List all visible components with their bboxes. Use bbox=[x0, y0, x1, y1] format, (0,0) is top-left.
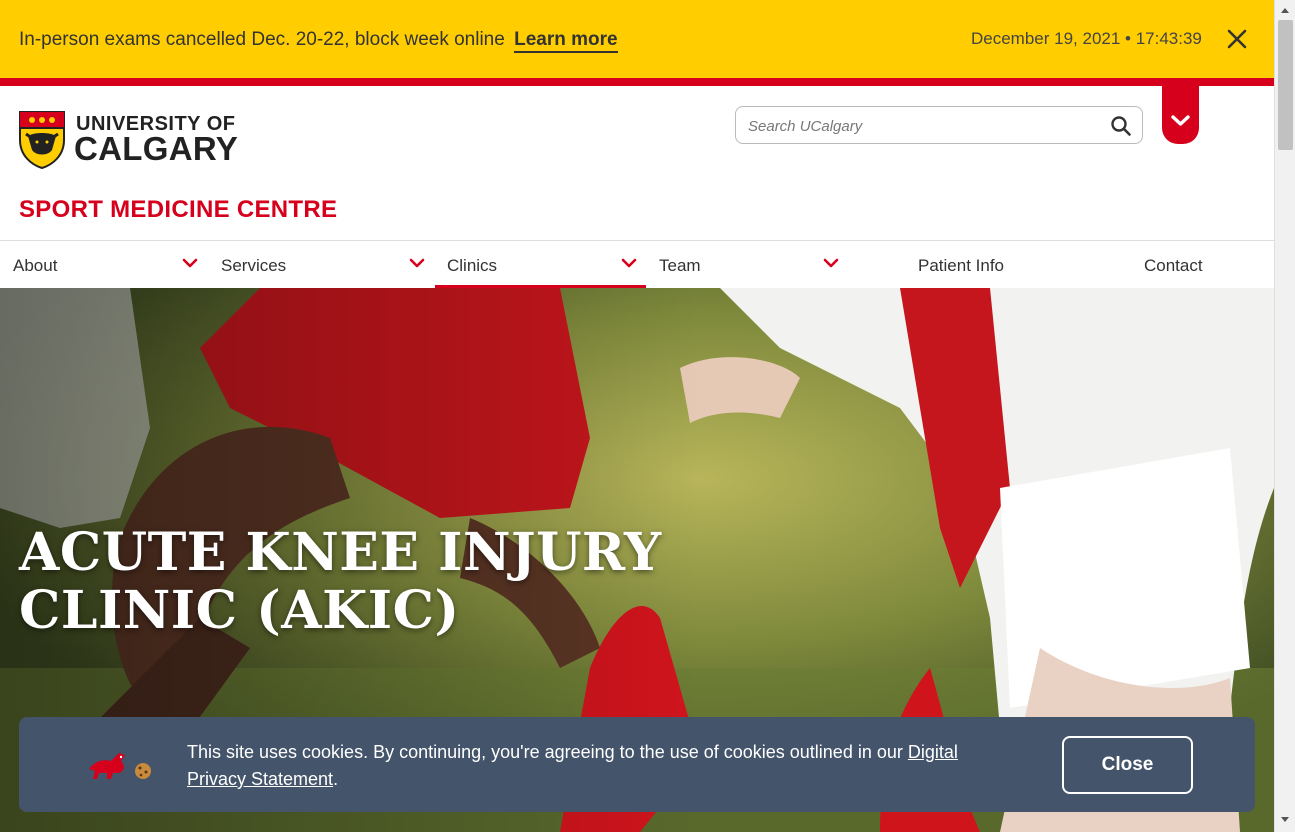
alert-banner: In-person exams cancelled Dec. 20-22, bl… bbox=[0, 0, 1274, 78]
nav-label: Services bbox=[221, 256, 287, 275]
scroll-up-arrow-icon[interactable] bbox=[1280, 6, 1290, 14]
hero-title-line: CLINIC (AKIC) bbox=[19, 580, 460, 641]
shield-crest-icon bbox=[19, 111, 65, 170]
unit-title[interactable]: SPORT MEDICINE CENTRE bbox=[19, 196, 337, 224]
cookie-message-end: . bbox=[333, 769, 339, 789]
chevron-down-icon[interactable] bbox=[621, 257, 637, 269]
university-logo[interactable]: UNIVERSITY OF CALGARY bbox=[18, 110, 248, 174]
chevron-down-icon bbox=[1171, 115, 1190, 126]
nav-label: Clinics bbox=[447, 256, 498, 275]
search-box bbox=[735, 106, 1143, 144]
red-divider bbox=[0, 78, 1274, 86]
chevron-down-icon[interactable] bbox=[409, 257, 425, 269]
hero-title-line: ACUTE KNEE INJURY bbox=[19, 522, 662, 583]
nav-item-services[interactable]: Services bbox=[209, 241, 435, 289]
nav-item-contact[interactable]: Contact bbox=[1132, 241, 1262, 289]
nav-label: Contact bbox=[1144, 256, 1203, 275]
cookie-close-button[interactable]: Close bbox=[1062, 736, 1193, 794]
page: In-person exams cancelled Dec. 20-22, bl… bbox=[0, 0, 1295, 832]
nav-item-patient-info[interactable]: Patient Info bbox=[905, 241, 1085, 289]
alert-message: In-person exams cancelled Dec. 20-22, bl… bbox=[19, 29, 618, 53]
main-nav: About Services Clinics Team Patient Info… bbox=[0, 240, 1274, 289]
vertical-scrollbar[interactable] bbox=[1274, 0, 1295, 832]
logo-text-calgary: CALGARY bbox=[74, 130, 239, 167]
cookie-banner: This site uses cookies. By continuing, y… bbox=[19, 717, 1255, 812]
close-icon[interactable] bbox=[1226, 28, 1248, 50]
nav-item-about[interactable]: About bbox=[0, 241, 209, 289]
scrollbar-thumb[interactable] bbox=[1278, 20, 1293, 150]
chevron-down-icon[interactable] bbox=[182, 257, 198, 269]
nav-label: About bbox=[13, 256, 58, 275]
nav-item-team[interactable]: Team bbox=[646, 241, 856, 289]
hero-title: ACUTE KNEE INJURY CLINIC (AKIC) bbox=[19, 524, 662, 640]
search-input[interactable] bbox=[748, 114, 1098, 138]
learn-more-link[interactable]: Learn more bbox=[514, 29, 618, 53]
nav-label: Team bbox=[659, 256, 701, 275]
main-menu-toggle[interactable] bbox=[1162, 86, 1199, 144]
cookie-message: This site uses cookies. By continuing, y… bbox=[187, 739, 1017, 793]
nav-item-clinics[interactable]: Clinics bbox=[435, 241, 646, 289]
scroll-down-arrow-icon[interactable] bbox=[1280, 816, 1290, 824]
dino-cookie-icon bbox=[89, 753, 151, 779]
search-icon[interactable] bbox=[1110, 115, 1132, 137]
alert-message-text: In-person exams cancelled Dec. 20-22, bl… bbox=[19, 29, 505, 50]
nav-label: Patient Info bbox=[918, 256, 1005, 275]
chevron-down-icon[interactable] bbox=[823, 257, 839, 269]
alert-datetime: December 19, 2021 • 17:43:39 bbox=[971, 29, 1202, 48]
cookie-message-text: This site uses cookies. By continuing, y… bbox=[187, 742, 908, 762]
